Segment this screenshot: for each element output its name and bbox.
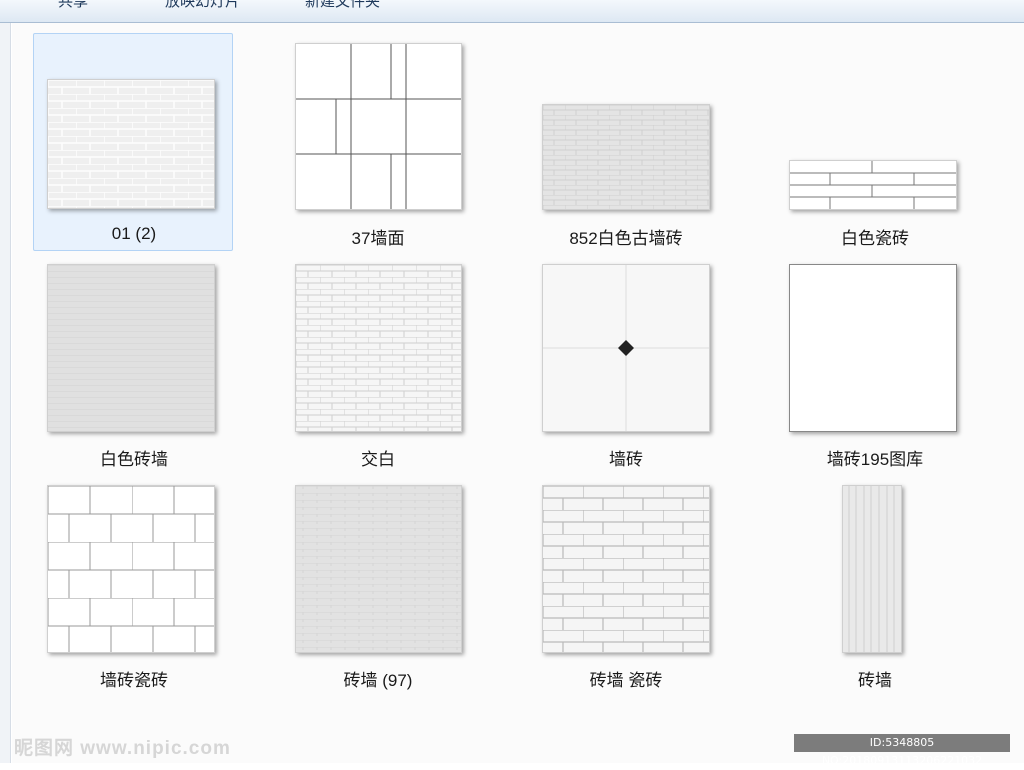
watermark-logo: 昵图网 www.nipic.com bbox=[14, 738, 231, 759]
file-thumbnail bbox=[789, 264, 957, 432]
file-name: 墙砖195图库 bbox=[826, 450, 924, 469]
file-name: 交白 bbox=[361, 450, 395, 469]
file-item-brick-wall[interactable]: 砖墙 bbox=[774, 475, 974, 693]
file-thumbnail bbox=[47, 264, 215, 432]
file-name: 墙砖瓷砖 bbox=[100, 671, 168, 690]
file-item-852[interactable]: 852白色古墙砖 bbox=[525, 33, 725, 251]
stucco-texture-image bbox=[48, 265, 214, 431]
file-thumbnail bbox=[542, 485, 710, 653]
file-thumbnail bbox=[295, 43, 462, 210]
file-name: 37墙面 bbox=[351, 229, 405, 248]
toolbar-new-folder-button[interactable]: 新建文件夹 bbox=[305, 0, 380, 11]
file-thumbnail bbox=[47, 79, 215, 209]
diamond-insert-icon bbox=[618, 340, 634, 356]
explorer-toolbar: 共享 放映幻灯片 新建文件夹 bbox=[0, 0, 1024, 23]
file-thumbnail bbox=[542, 264, 710, 432]
file-item-white-tile[interactable]: 白色瓷砖 bbox=[774, 33, 974, 251]
file-item-wall-tile-195[interactable]: 墙砖195图库 bbox=[774, 254, 974, 472]
file-item-01-2[interactable]: 01 (2) bbox=[33, 33, 233, 251]
file-name: 白色瓷砖 bbox=[841, 229, 909, 248]
old-brick-texture-image bbox=[543, 105, 709, 209]
file-item-white-brick-wall[interactable]: 白色砖墙 bbox=[33, 254, 233, 472]
panel-texture-image bbox=[296, 44, 461, 209]
navigation-pane-edge bbox=[0, 23, 11, 763]
file-item-wall-tile-ceramic[interactable]: 墙砖瓷砖 bbox=[33, 475, 233, 693]
diamond-tile-texture-image bbox=[543, 265, 709, 431]
tile-strip-texture-image bbox=[790, 161, 956, 209]
brick-texture-image bbox=[48, 80, 214, 208]
wood-strip-texture-image bbox=[848, 486, 895, 652]
file-thumbnail bbox=[47, 485, 215, 653]
toolbar-slideshow-button[interactable]: 放映幻灯片 bbox=[165, 0, 240, 11]
file-thumbnail bbox=[295, 264, 462, 432]
file-item-37-wall[interactable]: 37墙面 bbox=[277, 33, 477, 251]
watermark-id: ID:5348805 NO:20180913113206221032 bbox=[794, 734, 1010, 767]
large-tile-texture-image bbox=[48, 486, 214, 652]
fine-brick-texture-image bbox=[296, 265, 461, 431]
file-name: 砖墙 bbox=[858, 671, 892, 690]
file-item-brick-wall-97[interactable]: 砖墙 (97) bbox=[277, 475, 477, 693]
file-name: 墙砖 bbox=[609, 450, 643, 469]
file-name: 砖墙 (97) bbox=[343, 671, 413, 690]
file-item-jiaobai[interactable]: 交白 bbox=[277, 254, 477, 472]
file-item-brick-wall-tile[interactable]: 砖墙 瓷砖 bbox=[525, 475, 725, 693]
file-thumbnail bbox=[542, 104, 710, 210]
file-thumbnail bbox=[789, 160, 957, 210]
file-name: 01 (2) bbox=[111, 224, 157, 243]
medium-brick-texture-image bbox=[543, 486, 709, 652]
file-item-wall-tile[interactable]: 墙砖 bbox=[525, 254, 725, 472]
file-thumbnail bbox=[842, 485, 902, 653]
file-name: 白色砖墙 bbox=[100, 450, 168, 469]
file-thumbnail bbox=[295, 485, 462, 653]
file-name: 砖墙 瓷砖 bbox=[589, 671, 663, 690]
toolbar-share-button[interactable]: 共享 bbox=[58, 0, 88, 11]
file-name: 852白色古墙砖 bbox=[569, 229, 683, 248]
stucco-texture-image bbox=[296, 486, 461, 652]
